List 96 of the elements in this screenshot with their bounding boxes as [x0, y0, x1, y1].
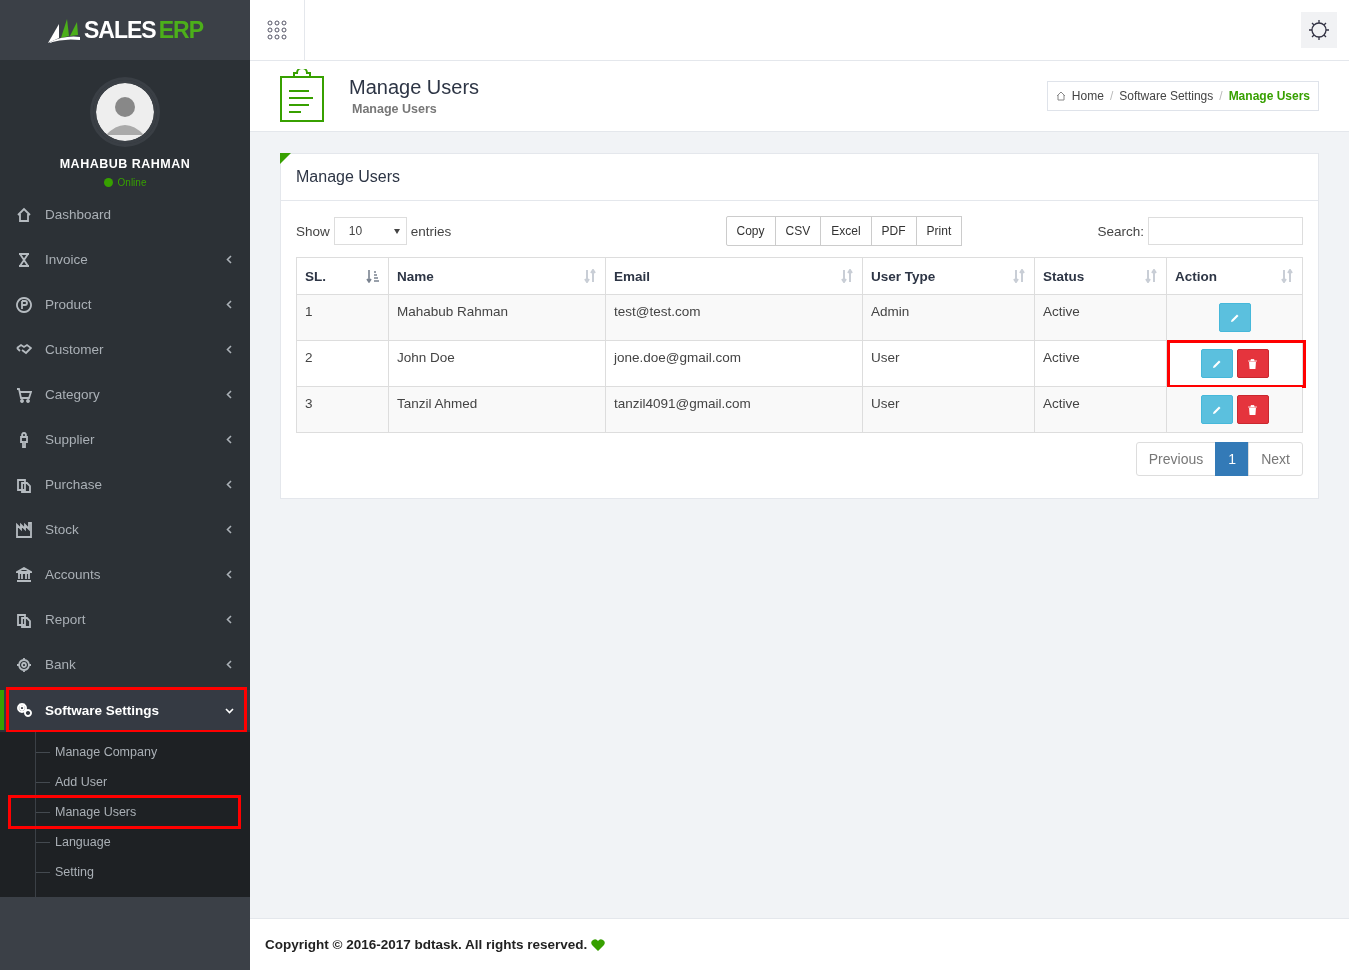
table-cell: Active: [1034, 340, 1167, 387]
grid-icon: [267, 20, 287, 40]
chevron-left-icon: [225, 570, 234, 579]
caret-icon: [393, 228, 400, 234]
export-button[interactable]: Excel: [820, 216, 872, 246]
settings-icon: [1307, 18, 1331, 42]
table-cell: jone.doe@gmail.com: [605, 340, 863, 387]
show-label: Show: [296, 223, 330, 239]
logo-text: ERP: [158, 16, 203, 44]
column-header[interactable]: Action: [1166, 257, 1303, 295]
table-cell: 2: [296, 340, 389, 387]
breadcrumb-link[interactable]: Home: [1071, 89, 1104, 103]
factory-icon: [16, 521, 32, 538]
chevron-left-icon: [225, 615, 234, 624]
sidebar-item[interactable]: Stock: [0, 507, 250, 552]
table-cell: Active: [1034, 386, 1167, 433]
column-header[interactable]: User Type: [862, 257, 1035, 295]
copyright-text: Copyright © 2016-2017 bdtask. All rights reserved.: [265, 937, 588, 952]
edit-button[interactable]: [1218, 303, 1251, 332]
avatar: [93, 80, 157, 144]
user-status: Online: [117, 177, 147, 188]
pencil-icon: [1229, 312, 1240, 323]
breadcrumb-separator: /: [1109, 89, 1114, 103]
export-button[interactable]: CSV: [774, 216, 822, 246]
column-header[interactable]: Status: [1034, 257, 1167, 295]
sidebar-item[interactable]: Bank: [0, 642, 250, 687]
trash-icon: [1248, 404, 1257, 415]
export-button[interactable]: Print: [915, 216, 963, 246]
next-button[interactable]: Next: [1248, 442, 1303, 476]
table-cell: John Doe: [388, 340, 606, 387]
chevron-left-icon: [225, 480, 234, 489]
sidebar-item[interactable]: Product: [0, 282, 250, 327]
sidebar-item[interactable]: Invoice: [0, 237, 250, 282]
sidebar-item[interactable]: Customer: [0, 327, 250, 372]
export-button[interactable]: Copy: [725, 216, 776, 246]
delete-button[interactable]: [1236, 349, 1269, 378]
bank-icon: [16, 566, 32, 583]
table-cell: Active: [1034, 294, 1167, 341]
table-cell: test@test.com: [605, 294, 863, 341]
breadcrumb-link[interactable]: Software Settings: [1119, 89, 1214, 103]
export-button[interactable]: PDF: [870, 216, 917, 246]
documents-icon: [16, 611, 32, 628]
chevron-left-icon: [225, 300, 234, 309]
chevron-left-icon: [225, 345, 234, 354]
sidebar-item[interactable]: Software Settings: [0, 690, 250, 730]
sidebar-item[interactable]: Dashboard: [0, 192, 250, 237]
table-cell: Tanzil Ahmed: [388, 386, 606, 433]
chevron-left-icon: [225, 255, 234, 264]
pencil-icon: [1211, 358, 1222, 369]
entries-label: entries: [410, 223, 452, 239]
column-header[interactable]: Name: [388, 257, 606, 295]
search-label: Search:: [1097, 223, 1144, 239]
user-name: MAHABUB RAHMAN: [59, 157, 191, 171]
sidebar-item[interactable]: Report: [0, 597, 250, 642]
sidebar-item[interactable]: Accounts: [0, 552, 250, 597]
column-header[interactable]: Email: [605, 257, 863, 295]
sidebar-item[interactable]: Category: [0, 372, 250, 417]
table-cell: Admin: [862, 294, 1035, 341]
table-cell: User: [862, 386, 1035, 433]
gears-icon: [16, 702, 32, 718]
chevron-left-icon: [225, 660, 234, 669]
edit-button[interactable]: [1200, 349, 1233, 378]
table-cell: tanzil4091@gmail.com: [605, 386, 863, 433]
table-cell: 1: [296, 294, 389, 341]
search-field[interactable]: [1148, 217, 1303, 245]
page-subtitle: Manage Users: [352, 102, 438, 116]
hourglass-icon: [16, 251, 32, 268]
corner-mark: [280, 153, 291, 164]
chevron-left-icon: [225, 435, 234, 444]
cart-icon: [16, 386, 32, 403]
chevron-down-icon: [225, 705, 234, 715]
card-title: Manage Users: [296, 168, 401, 186]
page-button[interactable]: 1: [1215, 442, 1250, 476]
breadcrumb-separator: /: [1219, 89, 1223, 103]
sidebar-item[interactable]: Purchase: [0, 462, 250, 507]
table-cell: Mahabub Rahman: [388, 294, 606, 341]
documents-icon: [16, 476, 32, 493]
settings-button[interactable]: [1301, 12, 1337, 48]
column-header[interactable]: SL.: [296, 257, 389, 295]
online-dot: [103, 178, 113, 187]
clipboard-icon: [279, 69, 325, 123]
table-cell: 3: [296, 386, 389, 433]
delete-button[interactable]: [1236, 395, 1269, 424]
sidebar-item[interactable]: Supplier: [0, 417, 250, 462]
chevron-left-icon: [225, 390, 234, 399]
chevron-left-icon: [225, 525, 234, 534]
previous-button[interactable]: Previous: [1135, 442, 1217, 476]
heart-icon: [591, 938, 606, 951]
home-icon: [16, 206, 32, 223]
pencil-icon: [1211, 404, 1222, 415]
table-cell: User: [862, 340, 1035, 387]
entries-select[interactable]: 10: [333, 217, 407, 245]
page-title: Manage Users: [349, 76, 480, 99]
logo-text: SALES: [84, 16, 156, 44]
trash-icon: [1248, 358, 1257, 369]
home-icon: [1055, 91, 1066, 101]
